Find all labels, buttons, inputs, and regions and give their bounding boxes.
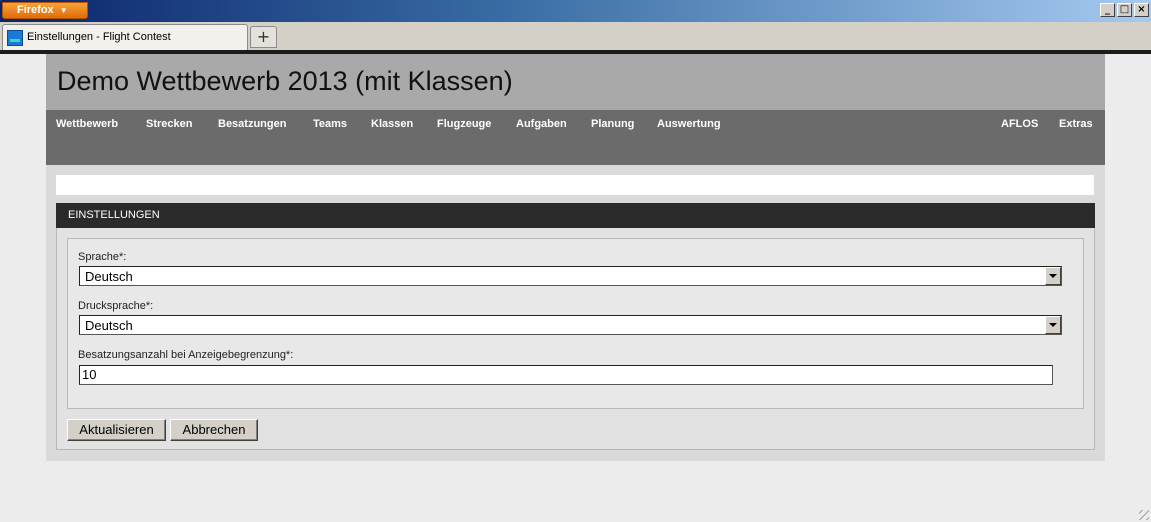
page-title: Demo Wettbewerb 2013 (mit Klassen) — [57, 66, 513, 96]
page-container: Demo Wettbewerb 2013 (mit Klassen) Wettb… — [46, 54, 1105, 461]
nav-item-klassen[interactable]: Klassen — [371, 118, 413, 130]
minimize-button[interactable]: _ — [1100, 3, 1115, 17]
resize-grip-icon[interactable] — [1139, 510, 1149, 520]
nav-item-besatzungen[interactable]: Besatzungen — [218, 118, 286, 130]
crew-count-input[interactable]: 10 — [79, 365, 1053, 385]
main-navigation: Wettbewerb Strecken Besatzungen Teams Kl… — [46, 110, 1105, 165]
print-language-select-value: Deutsch — [85, 318, 133, 333]
nav-item-aufgaben[interactable]: Aufgaben — [516, 118, 567, 130]
settings-panel: Sprache*: Deutsch Drucksprache*: Deutsch… — [56, 228, 1095, 450]
settings-panel-heading: EINSTELLUNGEN — [56, 203, 1095, 228]
chevron-down-icon: ▼ — [59, 6, 68, 15]
print-language-select[interactable]: Deutsch — [79, 315, 1062, 335]
message-bar — [56, 175, 1094, 195]
cancel-button[interactable]: Abbrechen — [170, 419, 258, 441]
nav-item-wettbewerb[interactable]: Wettbewerb — [56, 118, 118, 130]
new-tab-button[interactable]: + — [250, 26, 277, 48]
browser-titlebar: Firefox ▼ _ □ × — [0, 0, 1151, 22]
crew-count-label: Besatzungsanzahl bei Anzeigebegrenzung*: — [78, 349, 294, 361]
close-window-button[interactable]: × — [1134, 3, 1149, 17]
print-language-label: Drucksprache*: — [78, 300, 154, 312]
language-select-value: Deutsch — [85, 269, 133, 284]
tab-strip: Einstellungen - Flight Contest + — [0, 22, 1151, 50]
update-button[interactable]: Aktualisieren — [67, 419, 166, 441]
nav-item-planung[interactable]: Planung — [591, 118, 634, 130]
tab-einstellungen[interactable]: Einstellungen - Flight Contest — [2, 24, 248, 50]
language-select[interactable]: Deutsch — [79, 266, 1062, 286]
settings-fieldset: Sprache*: Deutsch Drucksprache*: Deutsch… — [67, 238, 1084, 409]
flight-contest-favicon-icon — [7, 30, 23, 46]
nav-item-extras[interactable]: Extras — [1059, 118, 1093, 130]
page-header: Demo Wettbewerb 2013 (mit Klassen) — [46, 54, 1105, 110]
nav-item-auswertung[interactable]: Auswertung — [657, 118, 721, 130]
firefox-menu-label: Firefox — [17, 4, 54, 16]
nav-item-teams[interactable]: Teams — [313, 118, 347, 130]
nav-item-strecken[interactable]: Strecken — [146, 118, 192, 130]
window-controls: _ □ × — [1100, 3, 1149, 17]
tab-title: Einstellungen - Flight Contest — [27, 31, 171, 43]
dropdown-arrow-icon[interactable] — [1045, 316, 1061, 334]
dropdown-arrow-icon[interactable] — [1045, 267, 1061, 285]
language-label: Sprache*: — [78, 251, 127, 263]
firefox-menu-button[interactable]: Firefox ▼ — [2, 2, 88, 19]
maximize-button[interactable]: □ — [1117, 3, 1132, 17]
nav-item-flugzeuge[interactable]: Flugzeuge — [437, 118, 491, 130]
nav-item-aflos[interactable]: AFLOS — [1001, 118, 1038, 130]
